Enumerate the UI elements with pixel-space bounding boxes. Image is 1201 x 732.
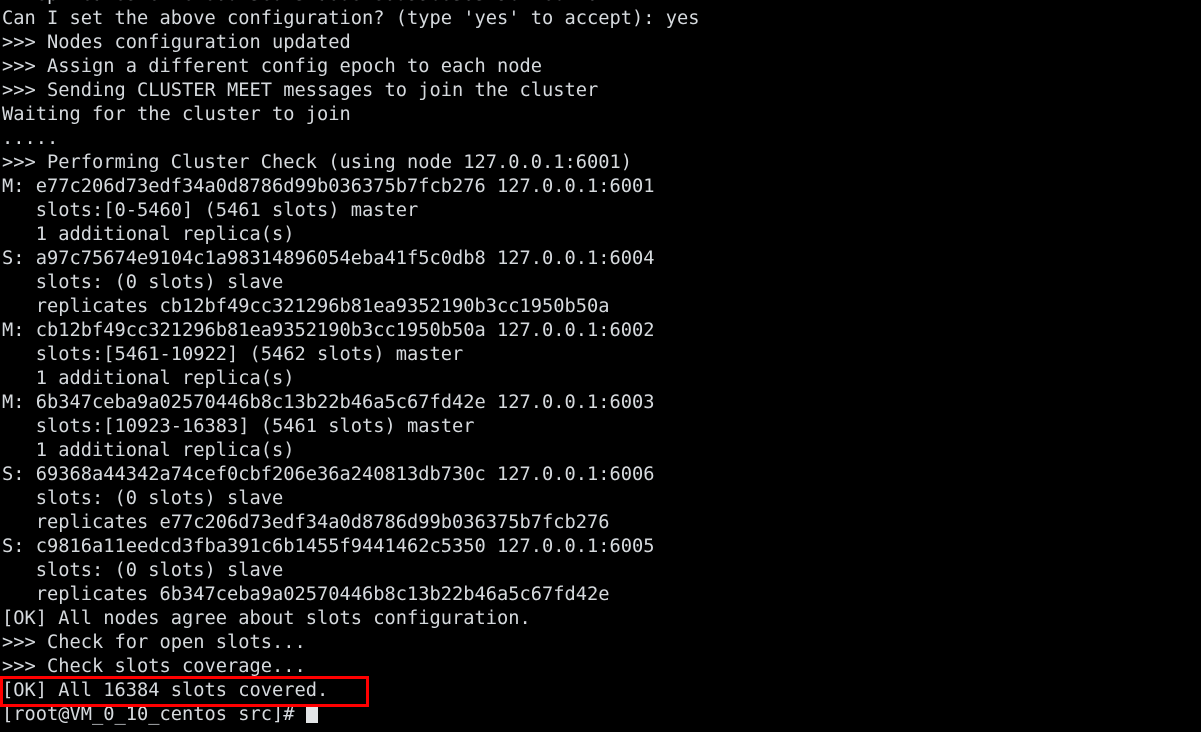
- terminal-line: S: a97c75674e9104c1a98314896054eba41f5c0…: [2, 248, 655, 269]
- terminal-line: Waiting for the cluster to join: [2, 104, 351, 125]
- terminal-line: M: e77c206d73edf34a0d8786d99b036375b7fcb…: [2, 176, 655, 197]
- terminal-line: replicates e77c206d73edf34a0d8786d99b036…: [0, 0, 1201, 7]
- shell-prompt: [root@VM_0_10_centos src]#: [2, 704, 306, 725]
- terminal-line: slots:[0-5460] (5461 slots) master: [2, 200, 419, 221]
- terminal-line: replicates 6b347ceba9a02570446b8c13b22b4…: [2, 584, 610, 605]
- terminal-line: slots: (0 slots) slave: [2, 272, 284, 293]
- terminal-line: >>> Sending CLUSTER MEET messages to joi…: [2, 80, 599, 101]
- terminal-line-slots-covered: [OK] All 16384 slots covered.: [2, 680, 329, 701]
- terminal-line: 1 additional replica(s): [2, 368, 295, 389]
- terminal-line: slots:[5461-10922] (5462 slots) master: [2, 344, 464, 365]
- terminal-output: replicates e77c206d73edf34a0d8786d99b036…: [0, 0, 1201, 727]
- terminal-line: slots: (0 slots) slave: [2, 488, 284, 509]
- terminal-line: M: cb12bf49cc321296b81ea9352190b3cc1950b…: [2, 320, 655, 341]
- terminal-line: replicates cb12bf49cc321296b81ea9352190b…: [2, 296, 610, 317]
- terminal-line: >>> Check for open slots...: [2, 632, 306, 653]
- terminal-line: S: 69368a44342a74cef0cbf206e36a240813db7…: [2, 464, 655, 485]
- block-cursor: [305, 704, 319, 723]
- terminal-line: >>> Performing Cluster Check (using node…: [2, 152, 633, 173]
- terminal-line: >>> Assign a different config epoch to e…: [2, 56, 543, 77]
- terminal-line: replicates e77c206d73edf34a0d8786d99b036…: [2, 512, 610, 533]
- terminal-line: [OK] All nodes agree about slots configu…: [2, 608, 531, 629]
- terminal-line: 1 additional replica(s): [2, 224, 295, 245]
- terminal-line: 1 additional replica(s): [2, 440, 295, 461]
- terminal-line: slots: (0 slots) slave: [2, 560, 284, 581]
- terminal-line: S: c9816a11eedcd3fba391c6b1455f9441462c5…: [2, 536, 655, 557]
- terminal-line: slots:[10923-16383] (5461 slots) master: [2, 416, 475, 437]
- terminal-line: >>> Check slots coverage...: [2, 656, 306, 677]
- terminal-prompt-line[interactable]: [root@VM_0_10_centos src]#: [0, 703, 1201, 727]
- terminal-line: >>> Nodes configuration updated: [2, 32, 351, 53]
- terminal-window[interactable]: replicates e77c206d73edf34a0d8786d99b036…: [0, 0, 1201, 732]
- terminal-line: M: 6b347ceba9a02570446b8c13b22b46a5c67fd…: [2, 392, 655, 413]
- terminal-line: Can I set the above configuration? (type…: [2, 8, 700, 29]
- terminal-line: .....: [2, 128, 59, 149]
